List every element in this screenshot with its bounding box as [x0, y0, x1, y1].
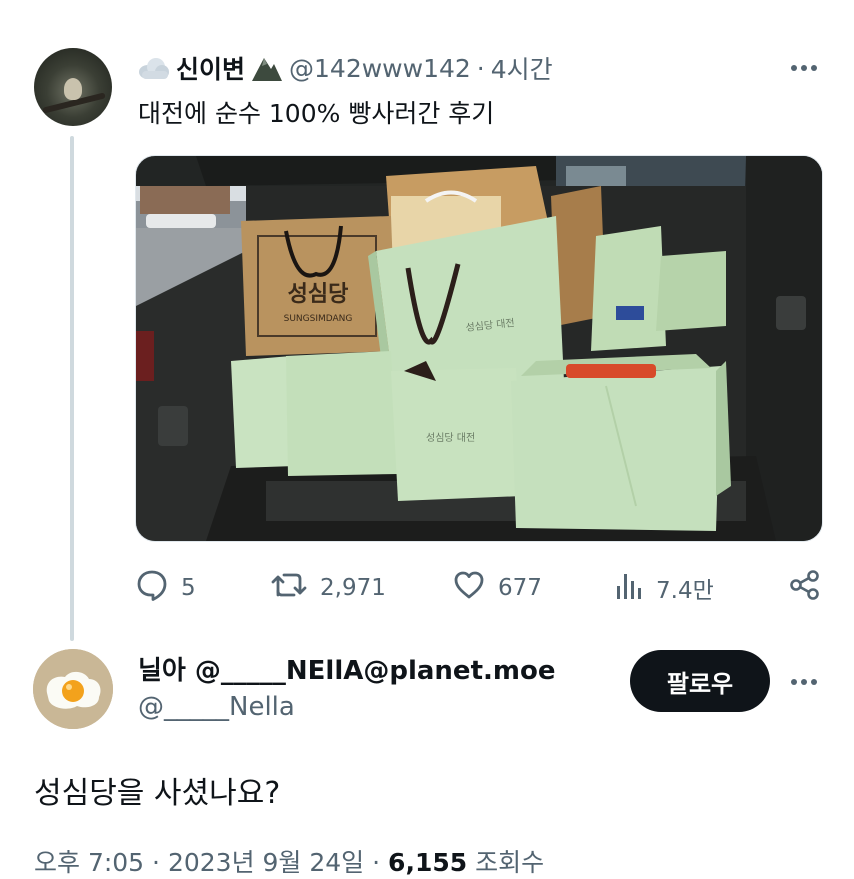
reply-views-label: 조회수: [475, 848, 545, 877]
thread-connector-line: [70, 136, 74, 641]
author-handle[interactable]: @142www142: [289, 54, 471, 83]
meta-separator: ·: [152, 848, 160, 877]
reply-metadata: 오후 7:05 · 2023년 9월 24일 · 6,155 조회수: [34, 843, 544, 879]
tweet-time[interactable]: 4시간: [491, 50, 553, 86]
heart-icon: [452, 568, 486, 608]
share-icon[interactable]: [788, 568, 822, 606]
reply-author-avatar[interactable]: [33, 649, 113, 729]
meta-separator: ·: [372, 848, 381, 877]
svg-text:성심당 대전: 성심당 대전: [426, 432, 475, 444]
reply-count: 5: [181, 575, 196, 601]
bag-brand-english: SUNGSIMDANG: [284, 314, 353, 324]
tweet-header: 신이변 @142www142 · 4시간: [138, 50, 553, 86]
reply-time[interactable]: 오후 7:05: [34, 848, 144, 877]
views-count: 7.4만: [656, 578, 714, 604]
tweet-text: 대전에 순수 100% 빵사러간 후기: [138, 99, 495, 128]
tweet-photo[interactable]: 성심당 SUNGSIMDANG 성심당 대전 성심당 대전: [135, 155, 823, 542]
like-action[interactable]: 677: [452, 568, 542, 608]
reply-date[interactable]: 2023년 9월 24일: [168, 848, 364, 877]
more-dots-icon[interactable]: [786, 58, 822, 78]
reply-views-count: 6,155: [388, 848, 468, 877]
views-action[interactable]: 7.4만: [614, 568, 714, 608]
cloud-icon: [138, 56, 170, 80]
reply-text: 성심당을 사셨나요?: [34, 776, 281, 811]
more-dots-icon[interactable]: [786, 672, 822, 692]
reply-action[interactable]: 5: [135, 568, 196, 608]
fried-egg-icon: [33, 649, 113, 729]
reply-author-name[interactable]: 닐아 @_____NEllA@planet.moe: [138, 650, 555, 687]
retweet-count: 2,971: [320, 575, 386, 601]
mountain-icon: [251, 54, 283, 82]
speech-bubble-icon: [135, 568, 169, 608]
retweet-action[interactable]: 2,971: [270, 568, 386, 608]
follow-button[interactable]: 팔로우: [630, 650, 770, 712]
bag-brand-korean: 성심당: [288, 282, 349, 307]
author-display-name[interactable]: 신이변: [176, 50, 245, 86]
like-count: 677: [498, 575, 542, 601]
author-avatar[interactable]: [34, 48, 112, 126]
header-separator: ·: [476, 53, 485, 83]
retweet-icon: [270, 568, 308, 608]
bar-chart-icon: [614, 568, 644, 608]
reply-author-handle[interactable]: @_____Nella: [138, 692, 295, 722]
